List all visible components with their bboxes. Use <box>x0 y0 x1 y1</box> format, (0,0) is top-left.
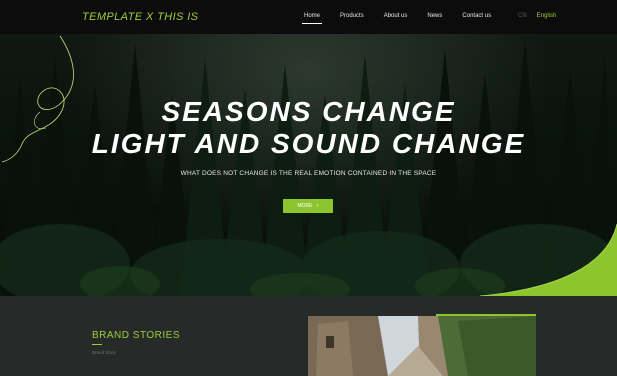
brand-stories-title: BRAND STORIES <box>92 330 180 341</box>
hero-banner: SEASONS CHANGE LIGHT AND SOUND CHANGE WH… <box>0 34 617 296</box>
lang-english-link[interactable]: English <box>537 13 557 19</box>
title-underline <box>92 344 102 345</box>
page: TEMPLATE X THIS IS Home Products About u… <box>0 0 617 376</box>
brand-stories-section: BRAND STORIES Brand Story <box>0 296 617 376</box>
nav-about-us[interactable]: About us <box>384 13 408 19</box>
site-logo[interactable]: TEMPLATE X THIS IS <box>82 11 198 23</box>
nav-contact-us[interactable]: Contact us <box>462 13 491 19</box>
village-street-photo <box>308 316 536 376</box>
green-swoosh-decoration <box>479 223 617 296</box>
lang-cn-link[interactable]: CN <box>518 13 527 19</box>
main-nav: Home Products About us News Contact us <box>301 13 511 24</box>
nav-products[interactable]: Products <box>340 13 364 19</box>
nav-home[interactable]: Home <box>301 13 323 24</box>
brand-stories-subtitle: Brand Story <box>92 350 116 355</box>
top-navbar: TEMPLATE X THIS IS Home Products About u… <box>0 0 617 34</box>
language-switcher: CN English <box>518 13 556 19</box>
nav-news[interactable]: News <box>427 13 442 19</box>
